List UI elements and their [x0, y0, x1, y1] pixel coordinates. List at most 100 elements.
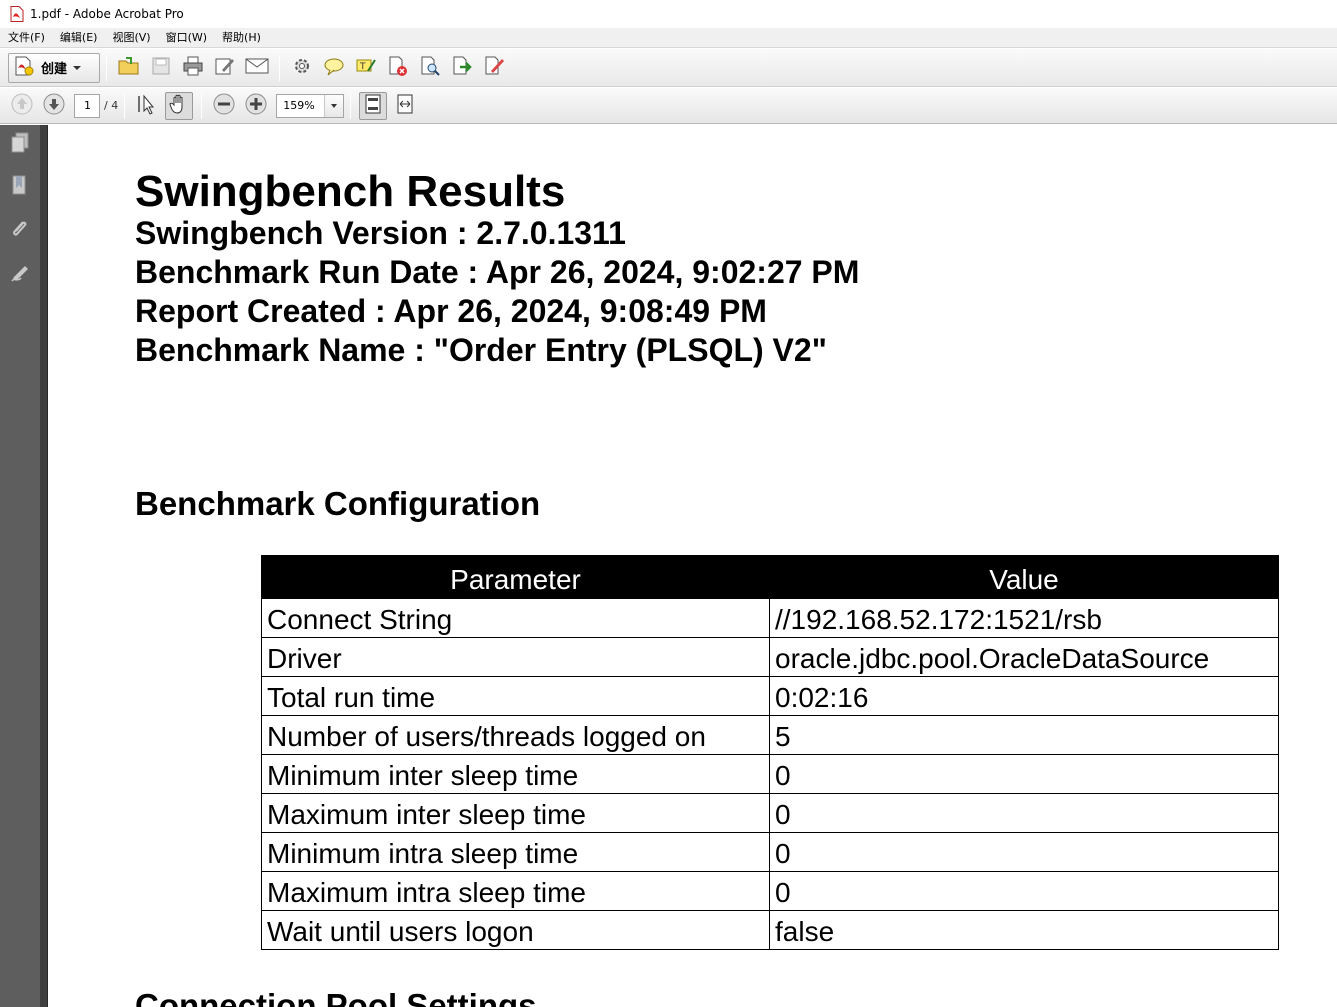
sign-button[interactable]: [480, 54, 508, 82]
hand-icon: [169, 93, 189, 119]
hand-tool-button[interactable]: [165, 91, 194, 120]
cell-value: 0:02:16: [769, 676, 1279, 716]
chevron-down-icon: [73, 65, 82, 70]
previous-page-button[interactable]: [8, 92, 36, 120]
table-row: Minimum inter sleep time 0: [261, 754, 1279, 794]
fit-page-button[interactable]: [359, 91, 388, 120]
zoom-dropdown-arrow[interactable]: [324, 94, 344, 117]
next-page-button[interactable]: [40, 92, 68, 120]
plus-circle-icon: [245, 93, 267, 119]
zoom-out-button[interactable]: [210, 92, 238, 120]
report-created-line: Report Created : Apr 26, 2024, 9:08:49 P…: [135, 293, 767, 329]
menu-help[interactable]: 帮助(H): [214, 28, 268, 48]
attachments-button[interactable]: [8, 219, 32, 243]
create-label: 创建: [41, 62, 68, 77]
section-heading-config: Benchmark Configuration: [135, 485, 541, 522]
zoom-value: 159%: [283, 99, 315, 112]
create-pdf-icon: [13, 55, 35, 81]
cursor-select-icon: [137, 93, 157, 119]
fit-page-icon: [364, 93, 382, 119]
cell-parameter: Wait until users logon: [261, 910, 770, 950]
window-title: 1.pdf - Adobe Acrobat Pro: [30, 7, 184, 21]
page-number-input[interactable]: 1: [74, 93, 100, 118]
section-heading-pool: Connection Pool Settings: [135, 987, 537, 1007]
paperclip-icon: [10, 218, 30, 244]
cell-value: 0: [769, 793, 1279, 833]
edit-document-button[interactable]: [211, 54, 239, 82]
cell-value: 0: [769, 871, 1279, 911]
settings-button[interactable]: [288, 54, 316, 82]
cell-value: oracle.jdbc.pool.OracleDataSource: [769, 637, 1279, 677]
column-header-parameter: Parameter: [261, 555, 770, 599]
table-row: Connect String //192.168.52.172:1521/rsb: [261, 598, 1279, 638]
run-date-line: Benchmark Run Date : Apr 26, 2024, 9:02:…: [135, 254, 860, 290]
pages-icon: [10, 132, 30, 158]
menu-edit[interactable]: 编辑(E): [52, 28, 105, 48]
pdf-file-icon: [10, 6, 24, 22]
document-search-icon: [419, 55, 441, 81]
bookmark-icon: [10, 174, 30, 200]
comment-button[interactable]: [320, 54, 348, 82]
toolbar-separator: [124, 92, 126, 119]
cell-parameter: Minimum intra sleep time: [261, 832, 770, 872]
chevron-down-icon: [331, 103, 338, 108]
cell-value: false: [769, 910, 1279, 950]
table-row: Number of users/threads logged on 5: [261, 715, 1279, 755]
search-document-button[interactable]: [416, 54, 444, 82]
export-button[interactable]: [448, 54, 476, 82]
toolbar-separator: [279, 54, 280, 81]
menu-view[interactable]: 视图(V): [104, 28, 157, 48]
page-thumbnails-button[interactable]: [8, 132, 32, 158]
table-row: Maximum intra sleep time 0: [261, 871, 1279, 911]
print-button[interactable]: [179, 54, 207, 82]
navigation-pane: [0, 125, 40, 1007]
envelope-icon: [245, 57, 269, 79]
table-row: Minimum intra sleep time 0: [261, 832, 1279, 872]
printer-icon: [182, 56, 204, 80]
menu-file[interactable]: 文件(F): [0, 28, 52, 48]
cell-parameter: Maximum inter sleep time: [261, 793, 770, 833]
speech-bubble-icon: [323, 56, 345, 80]
document-sign-icon: [483, 55, 505, 81]
cell-parameter: Total run time: [261, 676, 770, 716]
highlight-text-icon: T: [355, 56, 377, 80]
menu-window[interactable]: 窗口(W): [158, 28, 214, 48]
document-delete-icon: [387, 55, 409, 81]
config-table: Parameter Value Connect String //192.168…: [261, 555, 1279, 950]
arrow-down-icon: [43, 93, 65, 119]
cell-parameter: Connect String: [261, 598, 770, 638]
version-line: Swingbench Version : 2.7.0.1311: [135, 215, 626, 251]
fit-width-button[interactable]: [391, 92, 419, 120]
table-row: Driver oracle.jdbc.pool.OracleDataSource: [261, 637, 1279, 677]
bookmarks-button[interactable]: [8, 175, 32, 199]
zoom-select[interactable]: 159%: [276, 93, 345, 118]
table-header-row: Parameter Value: [261, 555, 1279, 599]
highlight-button[interactable]: T: [352, 54, 380, 82]
select-tool-button[interactable]: [133, 92, 161, 120]
create-button[interactable]: 创建: [8, 52, 100, 83]
document-export-icon: [451, 55, 473, 81]
document-title: Swingbench Results: [135, 167, 566, 216]
toolbar-separator: [350, 92, 352, 119]
zoom-in-button[interactable]: [242, 92, 270, 120]
table-row: Total run time 0:02:16: [261, 676, 1279, 716]
cell-parameter: Minimum inter sleep time: [261, 754, 770, 794]
email-button[interactable]: [243, 54, 271, 82]
toolbar-separator: [201, 92, 203, 119]
document-view[interactable]: Swingbench Results Swingbench Version : …: [48, 125, 1337, 1007]
column-header-value: Value: [769, 555, 1279, 599]
cell-value: 5: [769, 715, 1279, 755]
page-total: / 4: [104, 99, 119, 112]
open-button[interactable]: [115, 54, 143, 82]
title-bar: 1.pdf - Adobe Acrobat Pro: [0, 0, 1337, 28]
benchmark-name-line: Benchmark Name : "Order Entry (PLSQL) V2…: [135, 332, 827, 368]
cell-value: //192.168.52.172:1521/rsb: [769, 598, 1279, 638]
open-folder-icon: [117, 55, 141, 81]
save-button[interactable]: [147, 54, 175, 82]
delete-pages-button[interactable]: [384, 54, 412, 82]
signature-pen-icon: [10, 262, 30, 288]
signatures-button[interactable]: [8, 263, 32, 287]
save-disk-icon: [151, 56, 171, 80]
cell-value: 0: [769, 754, 1279, 794]
table-row: Maximum inter sleep time 0: [261, 793, 1279, 833]
